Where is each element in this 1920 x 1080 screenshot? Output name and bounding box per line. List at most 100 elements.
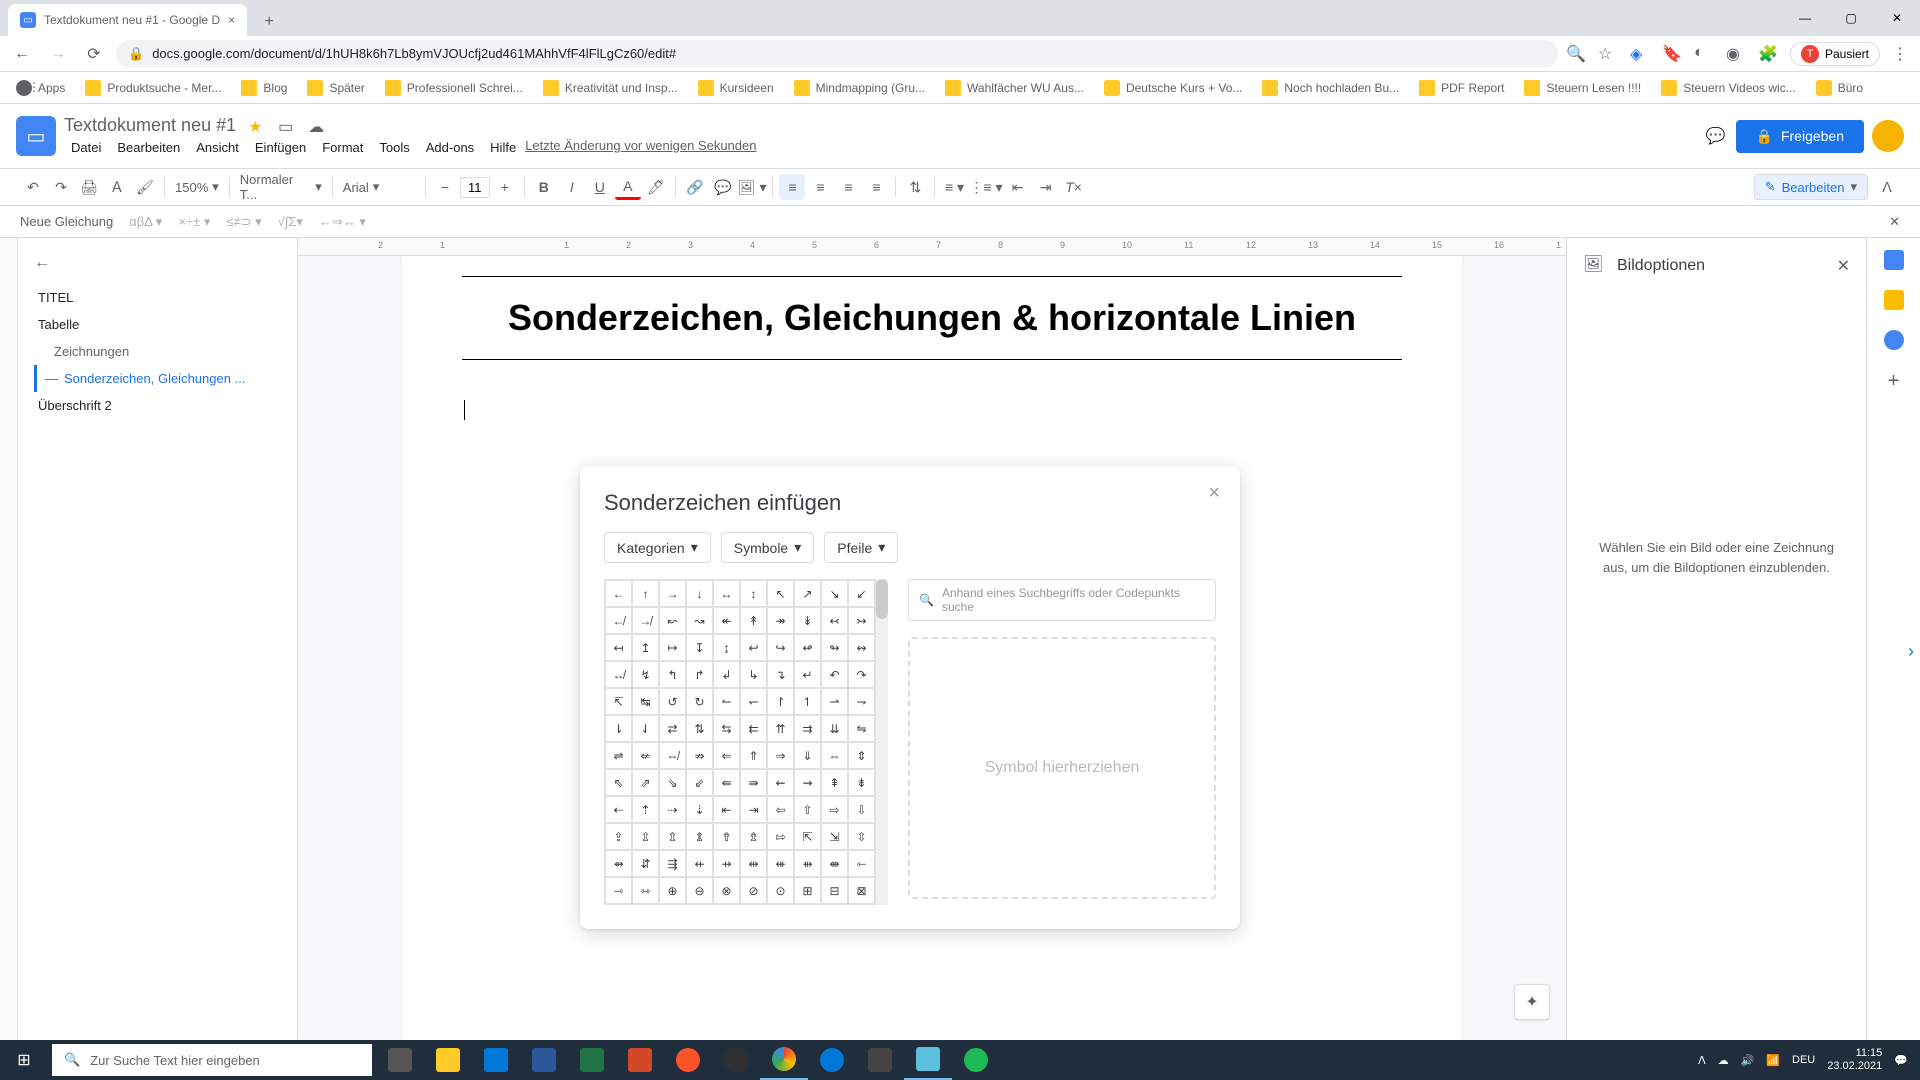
eq-operators-button[interactable]: ×÷± ▾: [178, 214, 210, 230]
bookmark-item[interactable]: Später: [299, 76, 372, 100]
bookmark-item[interactable]: Kursideen: [690, 76, 782, 100]
character-cell[interactable]: ⇚: [713, 769, 740, 796]
character-cell[interactable]: ⇩: [848, 796, 875, 823]
character-cell[interactable]: ⇛: [740, 769, 767, 796]
redo-button[interactable]: ↷: [48, 174, 74, 200]
character-cell[interactable]: ↗: [794, 580, 821, 607]
character-cell[interactable]: ↼: [713, 688, 740, 715]
document-title[interactable]: Textdokument neu #1: [64, 115, 236, 136]
character-cell[interactable]: ⊟: [821, 877, 848, 904]
character-cell[interactable]: ⇾: [605, 877, 632, 904]
character-cell[interactable]: ⇄: [659, 715, 686, 742]
character-cell[interactable]: ⇭: [686, 823, 713, 850]
character-cell[interactable]: ↽: [740, 688, 767, 715]
character-cell[interactable]: ↛: [632, 607, 659, 634]
notepad-icon[interactable]: [904, 1040, 952, 1080]
character-cell[interactable]: ⇘: [659, 769, 686, 796]
menu-addons[interactable]: Add-ons: [419, 138, 481, 157]
character-cell[interactable]: ⇋: [848, 715, 875, 742]
character-cell[interactable]: ⇐: [713, 742, 740, 769]
start-button[interactable]: ⊞: [0, 1040, 48, 1080]
character-cell[interactable]: ↧: [686, 634, 713, 661]
explorer-icon[interactable]: [424, 1040, 472, 1080]
character-cell[interactable]: ⊘: [740, 877, 767, 904]
brave-icon[interactable]: [664, 1040, 712, 1080]
character-cell[interactable]: ↸: [605, 688, 632, 715]
character-cell[interactable]: →: [659, 580, 686, 607]
close-window-button[interactable]: ✕: [1874, 0, 1920, 36]
text-color-button[interactable]: A: [615, 174, 641, 200]
maximize-button[interactable]: ▢: [1828, 0, 1874, 36]
outline-item[interactable]: Zeichnungen: [34, 338, 281, 365]
user-avatar[interactable]: [1872, 120, 1904, 152]
menu-einfuegen[interactable]: Einfügen: [248, 138, 313, 157]
menu-tools[interactable]: Tools: [372, 138, 416, 157]
close-equation-bar[interactable]: ✕: [1889, 214, 1900, 230]
bookmark-item[interactable]: PDF Report: [1411, 76, 1512, 100]
filter-symbols[interactable]: Symbole ▾: [721, 532, 815, 563]
character-cell[interactable]: ⇙: [686, 769, 713, 796]
collapse-toolbar-button[interactable]: ᐱ: [1874, 174, 1900, 200]
character-cell[interactable]: ⊞: [794, 877, 821, 904]
character-cell[interactable]: ⇪: [605, 823, 632, 850]
character-cell[interactable]: ↷: [848, 661, 875, 688]
new-equation-button[interactable]: Neue Gleichung: [20, 214, 113, 229]
eq-greek-button[interactable]: αβΔ ▾: [129, 214, 162, 230]
outline-back-icon[interactable]: ←: [34, 254, 281, 272]
font-size-input[interactable]: [460, 177, 490, 198]
character-cell[interactable]: ↣: [848, 607, 875, 634]
ext-4-icon[interactable]: ◉: [1726, 44, 1746, 64]
character-cell[interactable]: ⇤: [713, 796, 740, 823]
bookmark-item[interactable]: Professionell Schrei...: [377, 76, 531, 100]
character-cell[interactable]: ⇆: [713, 715, 740, 742]
character-cell[interactable]: ↬: [821, 634, 848, 661]
character-cell[interactable]: ⇇: [740, 715, 767, 742]
align-left-button[interactable]: ≡: [779, 174, 805, 200]
comments-icon[interactable]: 💬: [1704, 124, 1728, 148]
character-cell[interactable]: ↺: [659, 688, 686, 715]
ext-2-icon[interactable]: 🔖: [1662, 44, 1682, 64]
modal-close-button[interactable]: ×: [1208, 482, 1220, 505]
character-cell[interactable]: ↘: [821, 580, 848, 607]
character-cell[interactable]: ⇼: [821, 850, 848, 877]
star-icon[interactable]: ★: [248, 117, 266, 135]
profile-pausiert[interactable]: TPausiert: [1790, 42, 1880, 66]
character-cell[interactable]: ⇢: [659, 796, 686, 823]
character-cell[interactable]: ⇨: [821, 796, 848, 823]
character-cell[interactable]: ↮: [605, 661, 632, 688]
character-cell[interactable]: ↭: [848, 634, 875, 661]
character-cell[interactable]: ↜: [659, 607, 686, 634]
character-cell[interactable]: ⇡: [632, 796, 659, 823]
character-cell[interactable]: ⇞: [821, 769, 848, 796]
character-cell[interactable]: ⇗: [632, 769, 659, 796]
tray-onedrive-icon[interactable]: ☁: [1718, 1054, 1729, 1067]
line-spacing-button[interactable]: ⇅: [902, 174, 928, 200]
character-cell[interactable]: ⇁: [848, 688, 875, 715]
explore-button[interactable]: ✦: [1514, 984, 1550, 1020]
font-select[interactable]: Arial ▾: [339, 179, 419, 195]
edit-mode-select[interactable]: ✎Bearbeiten ▾: [1754, 174, 1868, 200]
clear-format-button[interactable]: T×: [1061, 174, 1087, 200]
character-cell[interactable]: ↵: [794, 661, 821, 688]
character-cell[interactable]: ⇧: [794, 796, 821, 823]
character-cell[interactable]: ↱: [686, 661, 713, 688]
align-center-button[interactable]: ≡: [807, 174, 833, 200]
new-tab-button[interactable]: +: [255, 8, 283, 36]
tray-volume-icon[interactable]: 🔊: [1741, 1054, 1755, 1067]
character-cell[interactable]: ⇒: [767, 742, 794, 769]
character-cell[interactable]: ⇫: [632, 823, 659, 850]
tab-close-icon[interactable]: ×: [228, 13, 235, 27]
italic-button[interactable]: I: [559, 174, 585, 200]
last-change[interactable]: Letzte Änderung vor wenigen Sekunden: [525, 138, 756, 157]
numbered-list-button[interactable]: ≡ ▾: [941, 174, 967, 200]
character-cell[interactable]: ↠: [767, 607, 794, 634]
character-cell[interactable]: ↲: [713, 661, 740, 688]
character-cell[interactable]: ↡: [794, 607, 821, 634]
add-app-button[interactable]: +: [1884, 370, 1904, 390]
character-cell[interactable]: ⇥: [740, 796, 767, 823]
character-cell[interactable]: ⇌: [605, 742, 632, 769]
ext-3-icon[interactable]: ◐: [1694, 44, 1714, 64]
cloud-icon[interactable]: ☁: [308, 117, 326, 135]
menu-format[interactable]: Format: [315, 138, 370, 157]
character-cell[interactable]: ↹: [632, 688, 659, 715]
